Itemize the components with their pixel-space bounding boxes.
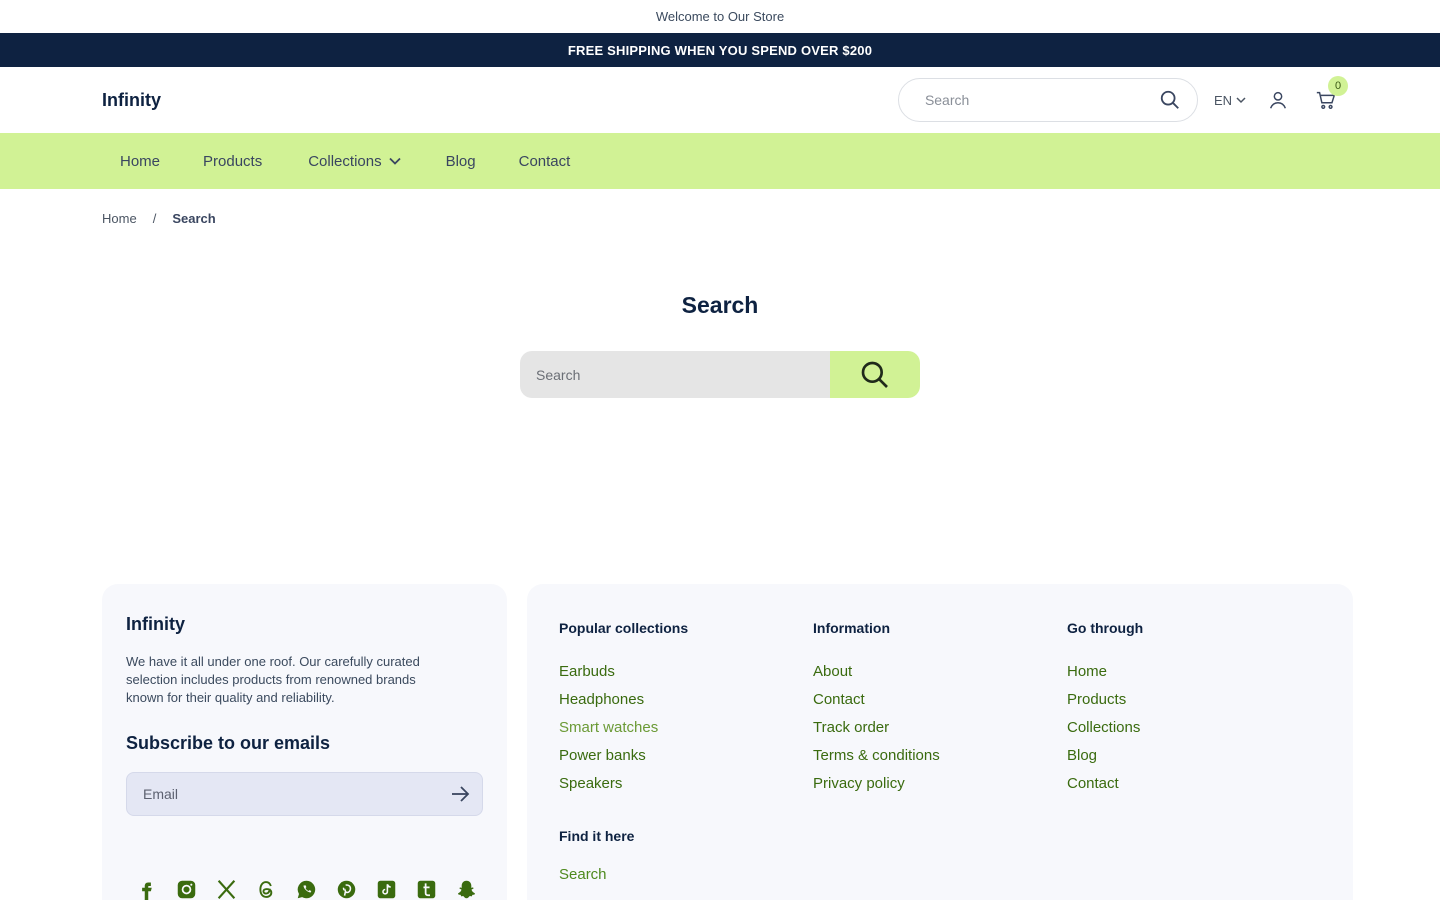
whatsapp-icon[interactable]	[296, 879, 317, 900]
cart-icon[interactable]: 0	[1314, 76, 1348, 112]
breadcrumb: Home / Search	[0, 189, 1440, 226]
footer-link[interactable]: Speakers	[559, 770, 813, 798]
footer-links-card: Popular collections Earbuds Headphones S…	[527, 584, 1353, 900]
footer-column-information: Information About Contact Track order Te…	[813, 620, 1067, 798]
footer-column-go-through: Go through Home Products Collections Blo…	[1067, 620, 1321, 798]
facebook-icon[interactable]	[136, 879, 157, 900]
footer-columns: Popular collections Earbuds Headphones S…	[559, 620, 1321, 798]
shipping-bar: FREE SHIPPING WHEN YOU SPEND OVER $200	[0, 33, 1440, 67]
account-icon[interactable]	[1266, 88, 1290, 112]
footer-link[interactable]: Contact	[813, 686, 1067, 714]
breadcrumb-home[interactable]: Home	[102, 211, 137, 226]
footer-link[interactable]: Contact	[1067, 770, 1321, 798]
language-selector[interactable]: EN	[1214, 93, 1246, 108]
shipping-text: FREE SHIPPING WHEN YOU SPEND OVER $200	[567, 42, 873, 58]
tumblr-icon[interactable]	[416, 879, 437, 900]
footer-find-section: Find it here Search	[559, 828, 1321, 884]
footer-link[interactable]: Smart watches	[559, 714, 813, 742]
footer-column-title: Information	[813, 620, 890, 636]
breadcrumb-separator: /	[152, 211, 157, 226]
footer-link[interactable]: Home	[1067, 658, 1321, 686]
threads-icon[interactable]	[256, 879, 277, 900]
nav-item-home[interactable]: Home	[120, 153, 160, 170]
header-search	[897, 78, 1198, 122]
footer-link[interactable]: Track order	[813, 714, 1067, 742]
footer-column-title: Go through	[1067, 620, 1144, 636]
page-title: Search	[681, 292, 759, 318]
social-links	[136, 879, 477, 900]
header-actions: EN 0	[897, 76, 1348, 122]
footer-link[interactable]: Terms & conditions	[813, 742, 1067, 770]
chevron-down-icon	[1236, 95, 1246, 105]
cart-count-badge: 0	[1328, 76, 1348, 96]
newsletter-form	[126, 772, 483, 816]
main-search-input[interactable]	[520, 351, 830, 398]
footer-column-popular: Popular collections Earbuds Headphones S…	[559, 620, 813, 798]
instagram-icon[interactable]	[176, 879, 197, 900]
breadcrumb-current: Search	[172, 211, 216, 226]
language-label: EN	[1213, 92, 1232, 108]
footer-description: We have it all under one roof. Our caref…	[126, 654, 420, 705]
pinterest-icon[interactable]	[336, 879, 357, 900]
main-nav: Home Products Collections Blog Contact	[0, 133, 1440, 189]
announcement-bar: Welcome to Our Store	[0, 0, 1440, 33]
footer-link[interactable]: Products	[1067, 686, 1321, 714]
footer-link[interactable]: Blog	[1067, 742, 1321, 770]
nav-item-blog[interactable]: Blog	[446, 153, 476, 170]
main-search-button[interactable]	[830, 351, 920, 398]
nav-item-collections[interactable]: Collections	[308, 153, 401, 170]
chevron-down-icon	[388, 154, 402, 168]
subscribe-title: Subscribe to our emails	[126, 733, 331, 753]
footer-link[interactable]: Earbuds	[559, 658, 813, 686]
footer-link[interactable]: Privacy policy	[813, 770, 1067, 798]
footer-logo: Infinity	[126, 614, 185, 634]
footer-column-title: Popular collections	[559, 620, 689, 636]
footer-link[interactable]: About	[813, 658, 1067, 686]
footer-link[interactable]: Power banks	[559, 742, 813, 770]
search-icon	[859, 359, 891, 391]
tiktok-icon[interactable]	[376, 879, 397, 900]
nav-item-collections-label: Collections	[308, 152, 382, 170]
announcement-text: Welcome to Our Store	[655, 9, 785, 24]
footer-link[interactable]: Headphones	[559, 686, 813, 714]
site-footer: Infinity We have it all under one roof. …	[102, 584, 1353, 900]
footer-link[interactable]: Collections	[1067, 714, 1321, 742]
footer-brand-card: Infinity We have it all under one roof. …	[102, 584, 507, 900]
nav-item-contact[interactable]: Contact	[519, 153, 571, 170]
footer-find-title: Find it here	[559, 828, 635, 844]
snapchat-icon[interactable]	[456, 879, 477, 900]
x-icon[interactable]	[216, 879, 237, 900]
email-field[interactable]	[143, 786, 450, 802]
site-header: Infinity EN 0	[0, 67, 1440, 133]
footer-find-link[interactable]: Search	[559, 866, 607, 883]
arrow-right-icon[interactable]	[450, 784, 470, 804]
header-search-input[interactable]	[924, 92, 1159, 108]
search-icon[interactable]	[1159, 89, 1181, 111]
site-logo[interactable]: Infinity	[102, 90, 161, 111]
nav-item-products[interactable]: Products	[203, 153, 262, 170]
main-search-form	[520, 351, 920, 398]
